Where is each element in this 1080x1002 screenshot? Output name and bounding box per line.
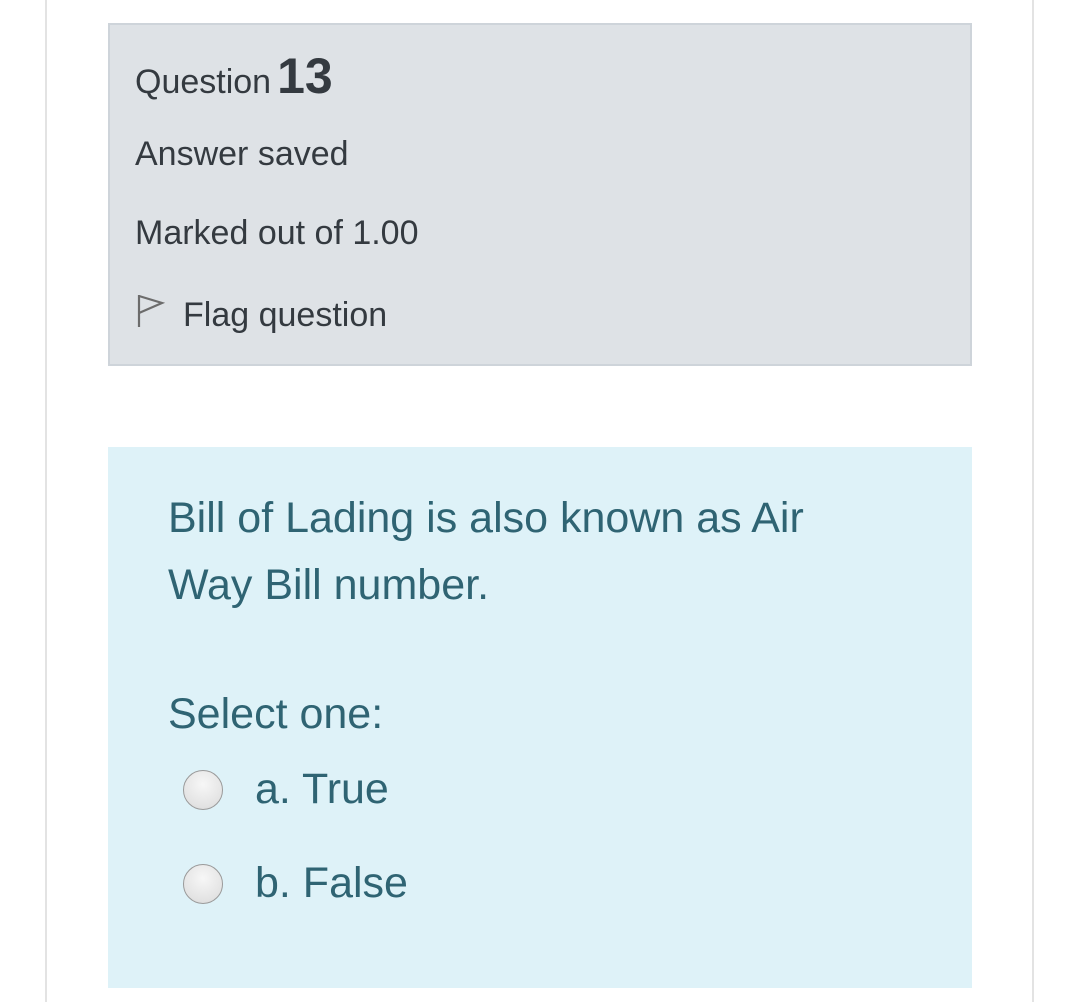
question-label: Question <box>135 63 272 101</box>
quiz-page: Question 13 Answer saved Marked out of 1.… <box>0 0 1080 1002</box>
answer-label-false[interactable]: b. False <box>255 859 408 908</box>
question-number: 13 <box>277 48 333 104</box>
radio-button-true[interactable] <box>183 769 223 810</box>
select-prompt: Select one: <box>168 690 384 738</box>
question-info-panel: Question 13 Answer saved Marked out of 1.… <box>108 23 972 366</box>
flag-question-label: Flag question <box>183 296 388 334</box>
page-border-left <box>45 0 47 1002</box>
flag-outline-icon <box>135 293 183 338</box>
question-heading: Question 13 <box>135 47 333 105</box>
answer-label-true[interactable]: a. True <box>255 765 389 814</box>
radio-button-false[interactable] <box>183 863 223 904</box>
page-border-right <box>1032 0 1034 1002</box>
answer-option-false[interactable]: b. False <box>183 859 408 908</box>
question-text: Bill of Lading is also known as Air Way … <box>168 494 804 609</box>
question-state: Answer saved <box>135 135 349 173</box>
question-grade: Marked out of 1.00 <box>135 214 419 252</box>
flag-question-link[interactable]: Flag question <box>135 293 387 338</box>
answer-option-true[interactable]: a. True <box>183 765 389 814</box>
question-content-panel: Bill of Lading is also known as Air Way … <box>108 447 972 988</box>
